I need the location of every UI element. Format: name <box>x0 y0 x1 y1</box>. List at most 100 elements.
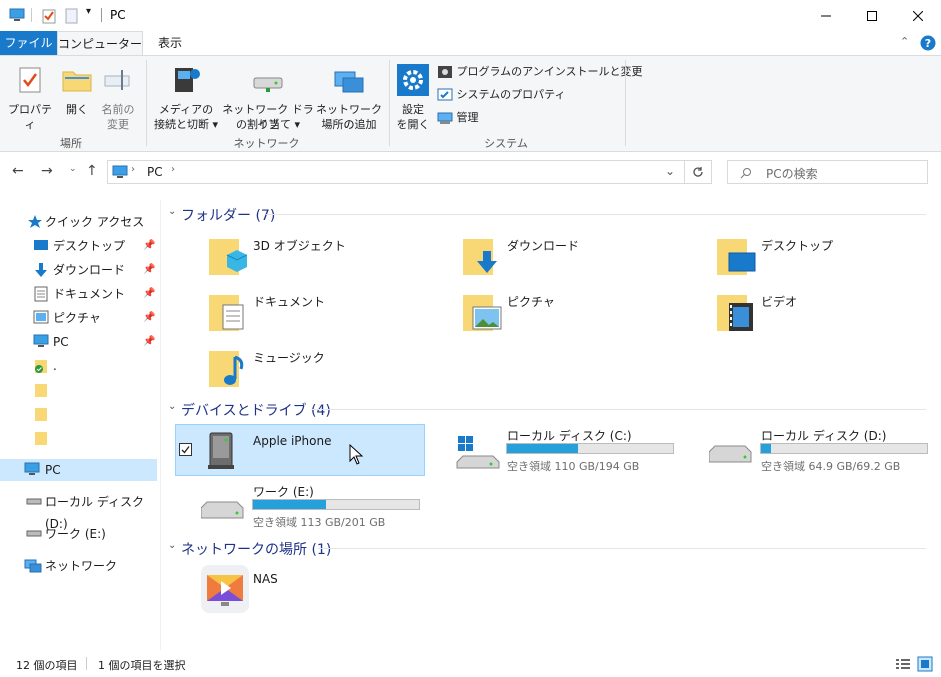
nas-media-icon <box>201 565 249 613</box>
network-tile-nas[interactable]: NAS <box>199 563 439 615</box>
breadcrumb-pc[interactable]: PC <box>147 165 163 179</box>
tab-file[interactable]: ファイル <box>0 31 57 55</box>
ribbon: プロパティ 開く 名前の 変更 場所 メディアの 接続と切断 ▾ ネットワーク … <box>0 55 941 152</box>
properties-button[interactable]: プロパティ <box>4 60 56 131</box>
collapse-chevron-icon[interactable]: ⌄ <box>168 401 176 412</box>
folders-group-title: フォルダー (7) <box>181 208 276 224</box>
up-arrow-icon[interactable]: ↑ <box>86 163 98 179</box>
details-view-icon[interactable] <box>895 657 911 671</box>
properties-quick-icon[interactable] <box>42 8 56 24</box>
sidebar-item-local-disk-d[interactable]: ローカル ディスク (D:) <box>0 491 157 531</box>
new-folder-quick-icon[interactable] <box>65 8 78 24</box>
search-box[interactable]: PCの検索 <box>727 160 928 184</box>
sidebar-item-folder[interactable]: . <box>0 355 157 377</box>
media-connect-button[interactable]: メディアの 接続と切断 ▾ <box>151 60 221 131</box>
device-tile-work-drive[interactable]: ワーク (E:) 空き領域 113 GB/201 GB <box>199 480 439 532</box>
customize-qa-chevron-icon[interactable]: ▾ <box>86 6 91 17</box>
folder-tile-pictures[interactable]: ピクチャ <box>459 289 699 337</box>
settings-label-2: を開く <box>396 118 430 131</box>
breadcrumb-chevron-icon[interactable]: › <box>131 164 135 175</box>
map-network-drive-button[interactable]: ネットワーク ドライブ の割り当て ▾ <box>222 60 314 131</box>
pin-icon[interactable]: 📌 <box>143 259 155 281</box>
sidebar-item-folder[interactable] <box>0 379 157 401</box>
folder-tile-documents[interactable]: ドキュメント <box>205 289 445 337</box>
folder-label: ビデオ <box>761 295 798 309</box>
network-icon <box>24 559 42 573</box>
sidebar-item-downloads[interactable]: ダウンロード 📌 <box>0 259 157 281</box>
sidebar-item-documents[interactable]: ドキュメント 📌 <box>0 283 157 305</box>
help-icon[interactable]: ? <box>920 35 936 51</box>
folder-tile-videos[interactable]: ビデオ <box>713 289 928 337</box>
sidebar-item-label: PC <box>53 335 69 349</box>
properties-icon <box>19 67 41 93</box>
gear-icon <box>397 64 429 96</box>
sidebar-item-work-drive[interactable]: ワーク (E:) <box>0 523 157 545</box>
close-button[interactable] <box>895 0 941 31</box>
sidebar-item-network[interactable]: ネットワーク <box>0 555 157 577</box>
device-tile-local-disk-c[interactable]: ローカル ディスク (C:) 空き領域 110 GB/194 GB <box>453 424 693 476</box>
network-drive-icon <box>253 77 283 92</box>
search-icon <box>740 168 751 179</box>
open-button[interactable]: 開く <box>58 60 96 130</box>
folder-tile-music[interactable]: ミュージック <box>205 345 445 393</box>
open-settings-button[interactable]: 設定 を開く <box>394 60 432 131</box>
forward-arrow-icon[interactable]: → <box>41 163 53 179</box>
system-properties-button[interactable]: システムのプロパティ <box>437 86 566 104</box>
drive-icon <box>26 530 42 537</box>
tab-view[interactable]: 表示 <box>143 31 197 55</box>
device-label: ローカル ディスク (D:) <box>761 429 887 443</box>
add-network-location-button[interactable]: ネットワークの 場所の追加 <box>316 60 382 131</box>
folder-tile-3d-objects[interactable]: 3D オブジェクト <box>205 233 445 281</box>
rename-button[interactable]: 名前の 変更 <box>98 60 138 131</box>
minimize-button[interactable] <box>803 0 849 31</box>
selection-checkbox[interactable] <box>179 443 192 456</box>
folder-tile-downloads[interactable]: ダウンロード <box>459 233 699 281</box>
pin-icon[interactable]: 📌 <box>143 307 155 329</box>
pin-icon[interactable]: 📌 <box>143 283 155 305</box>
sidebar-item-label: デスクトップ <box>53 239 126 253</box>
device-tile-local-disk-d[interactable]: ローカル ディスク (D:) 空き領域 64.9 GB/69.2 GB <box>707 424 932 476</box>
download-icon <box>35 263 47 277</box>
collapse-chevron-icon[interactable]: ⌄ <box>168 206 176 217</box>
manage-button[interactable]: 管理 <box>437 109 479 127</box>
navigation-bar: ← → ⌄ ↑ › PC › ⌄ PCの検索 <box>0 152 941 194</box>
maximize-icon <box>867 10 877 21</box>
maximize-button[interactable] <box>849 0 895 31</box>
breadcrumb-chevron-icon[interactable]: › <box>171 164 175 175</box>
media-label-2: 接続と切断 ▾ <box>153 118 219 131</box>
add-network-location-icon <box>334 71 364 93</box>
media-label-1: メディアの <box>158 103 214 116</box>
network-group-header[interactable]: ⌄ ネットワークの場所 (1) <box>166 538 926 558</box>
uninstall-program-button[interactable]: プログラムのアンインストールと変更 <box>437 63 643 81</box>
sidebar-item-folder[interactable] <box>0 403 157 425</box>
sidebar-item-folder[interactable] <box>0 427 157 449</box>
large-icons-view-icon[interactable] <box>917 656 933 672</box>
ribbon-tabs: ファイル コンピューター 表示 ⌃ ? <box>0 31 941 55</box>
drive-usage-bar <box>506 443 674 454</box>
refresh-button[interactable] <box>685 160 712 184</box>
sidebar-item-pictures[interactable]: ピクチャ 📌 <box>0 307 157 329</box>
collapse-chevron-icon[interactable]: ⌄ <box>168 540 176 551</box>
folder-tile-desktop[interactable]: デスクトップ <box>713 233 928 281</box>
device-tile-iphone[interactable]: Apple iPhone <box>175 424 425 476</box>
recent-locations-chevron-icon[interactable]: ⌄ <box>69 164 77 174</box>
back-arrow-icon[interactable]: ← <box>12 163 24 179</box>
collapse-ribbon-icon[interactable]: ⌃ <box>900 35 909 48</box>
sidebar-item-quick-access[interactable]: クイック アクセス <box>0 211 157 233</box>
devices-group-header[interactable]: ⌄ デバイスとドライブ (4) <box>166 399 926 419</box>
drive-free-space: 空き領域 110 GB/194 GB <box>507 460 640 473</box>
devices-group-title: デバイスとドライブ (4) <box>181 403 331 419</box>
pin-icon[interactable]: 📌 <box>143 331 155 353</box>
drive-free-space: 空き領域 113 GB/201 GB <box>253 516 386 529</box>
sidebar-item-desktop[interactable]: デスクトップ 📌 <box>0 235 157 257</box>
pin-icon[interactable]: 📌 <box>143 235 155 257</box>
folders-group-header[interactable]: ⌄ フォルダー (7) <box>166 204 926 224</box>
sidebar-item-this-pc[interactable]: PC <box>0 459 157 481</box>
sidebar-item-pc-pinned[interactable]: PC 📌 <box>0 331 157 353</box>
tab-computer[interactable]: コンピューター <box>57 31 143 55</box>
address-bar[interactable]: › PC › ⌄ <box>107 160 685 184</box>
open-label: 開く <box>66 103 88 116</box>
status-bar: 12 個の項目 1 個の項目を選択 <box>0 652 941 677</box>
pc-icon <box>9 8 25 21</box>
address-history-chevron-icon[interactable]: ⌄ <box>665 164 675 178</box>
